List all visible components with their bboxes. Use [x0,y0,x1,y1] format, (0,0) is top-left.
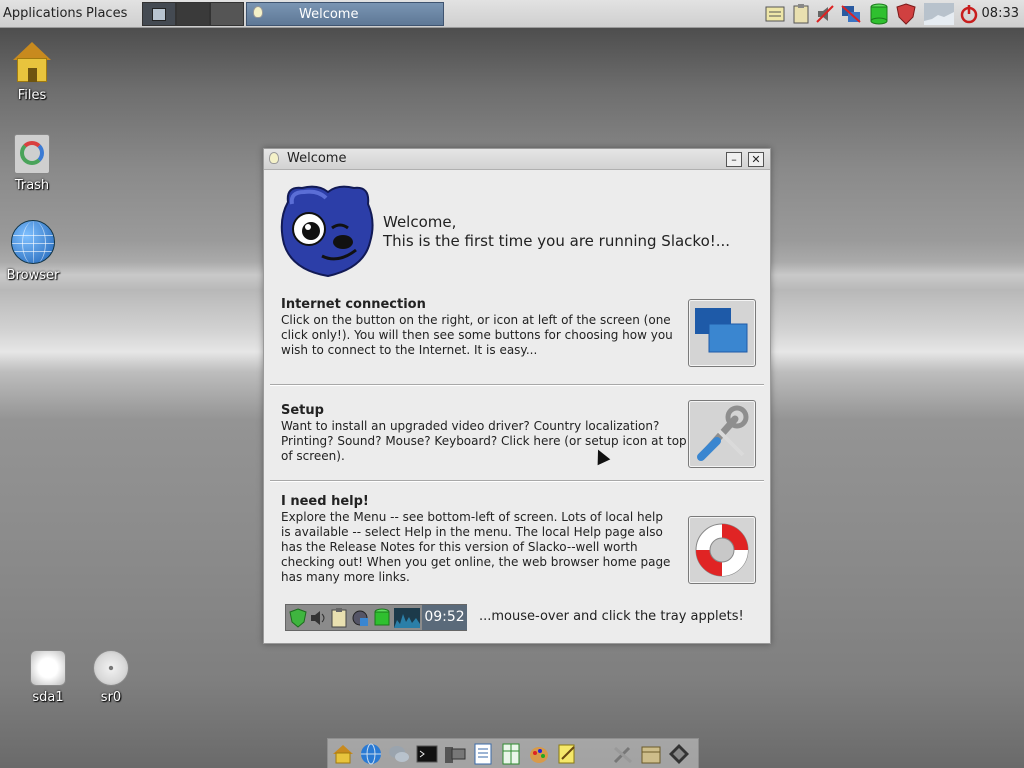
places-menu[interactable]: Places [86,6,127,21]
bulb-icon [269,152,279,164]
welcome-window: Welcome – ✕ Welcome, This is the first t… [263,148,771,644]
tools-icon[interactable] [612,743,634,765]
computer-icon[interactable] [444,743,466,765]
tray-hint-text: ...mouse-over and click the tray applets… [479,609,744,624]
setup-button[interactable] [688,400,756,468]
network-disconnected-icon[interactable] [840,3,862,25]
cpu-graph-icon [924,3,954,25]
internet-section-text: Click on the button on the right, or ico… [281,313,673,357]
internet-section-title: Internet connection [281,297,426,312]
text-editor-icon[interactable] [556,743,578,765]
desktop-icon-files[interactable]: Files [0,42,64,103]
workspace-1-button[interactable] [142,2,176,26]
help-section-text: Explore the Menu -- see bottom-left of s… [281,510,671,584]
desktop-icon-trash[interactable]: Trash [0,134,64,193]
tray-clock: 09:52 [422,605,467,630]
desktop-icon-label: Trash [14,178,50,193]
help-section-title: I need help! [281,494,369,509]
help-button[interactable] [688,516,756,584]
internet-connect-button[interactable] [688,299,756,367]
bulb-icon [253,6,263,18]
welcome-line-2: This is the first time you are running S… [383,232,731,250]
notes-icon[interactable] [764,3,786,25]
taskbar-welcome-button[interactable]: Welcome [246,2,444,26]
taskbar-welcome-label: Welcome [299,7,359,22]
network-icon [352,610,368,626]
top-panel: Applications Places Welcome 08:33 [0,0,1024,28]
desktop-icon-label: sda1 [32,690,64,705]
home-icon[interactable] [332,743,354,765]
minimize-button[interactable]: – [726,152,742,167]
home-folder-icon [13,42,51,84]
globe-icon [11,220,55,264]
desktop-icon-label: Files [17,88,47,103]
welcome-heading: Welcome, This is the first time you are … [383,213,763,251]
disk-drive-icon [30,650,66,686]
setup-section-title: Setup [281,403,324,418]
volume-icon [311,611,325,625]
clipboard-icon[interactable] [790,3,812,25]
applications-menu[interactable]: Applications [3,6,82,21]
desktop-icon-sda1[interactable]: sda1 [16,650,80,705]
divider [270,384,764,386]
workspace-3-button[interactable] [210,2,244,26]
window-titlebar[interactable]: Welcome – ✕ [264,149,770,170]
workspace-2-button[interactable] [176,2,210,26]
network-connect-icon [695,308,748,353]
window-title: Welcome [287,151,347,166]
close-button[interactable]: ✕ [748,152,764,167]
browser-globe-icon[interactable] [360,743,382,765]
drive-icon [374,608,390,626]
setup-section-text[interactable]: Want to install an upgraded video driver… [281,419,689,464]
clock[interactable]: 08:33 [982,6,1019,21]
drive-icon[interactable] [868,3,890,25]
cpu-graph-icon [394,608,420,628]
firewall-icon[interactable] [895,3,917,25]
chat-icon[interactable] [388,743,410,765]
desktop-icon-label: Browser [6,268,60,283]
desktop-icon-browser[interactable]: Browser [1,220,65,283]
optical-disc-icon [93,650,129,686]
desktop-icon-label: sr0 [100,690,122,705]
shield-icon [289,608,307,628]
trash-icon [14,134,50,174]
spreadsheet-icon[interactable] [500,743,522,765]
wrench-screwdriver-icon [697,405,749,461]
package-icon[interactable] [640,743,662,765]
welcome-line-1: Welcome, [383,213,457,231]
divider [270,480,764,482]
paint-icon[interactable] [528,743,550,765]
document-icon[interactable] [472,743,494,765]
volume-muted-icon[interactable] [814,3,836,25]
desktop-icon-sr0[interactable]: sr0 [79,650,143,705]
lifebuoy-icon [695,523,749,577]
clipboard-icon [331,608,347,628]
diamond-icon[interactable] [668,743,690,765]
tray-applets-preview: 09:52 [285,604,467,631]
terminal-icon[interactable] [416,743,438,765]
bottom-dock [327,738,699,768]
puppy-mascot-icon [280,185,374,278]
power-icon[interactable] [958,3,980,25]
